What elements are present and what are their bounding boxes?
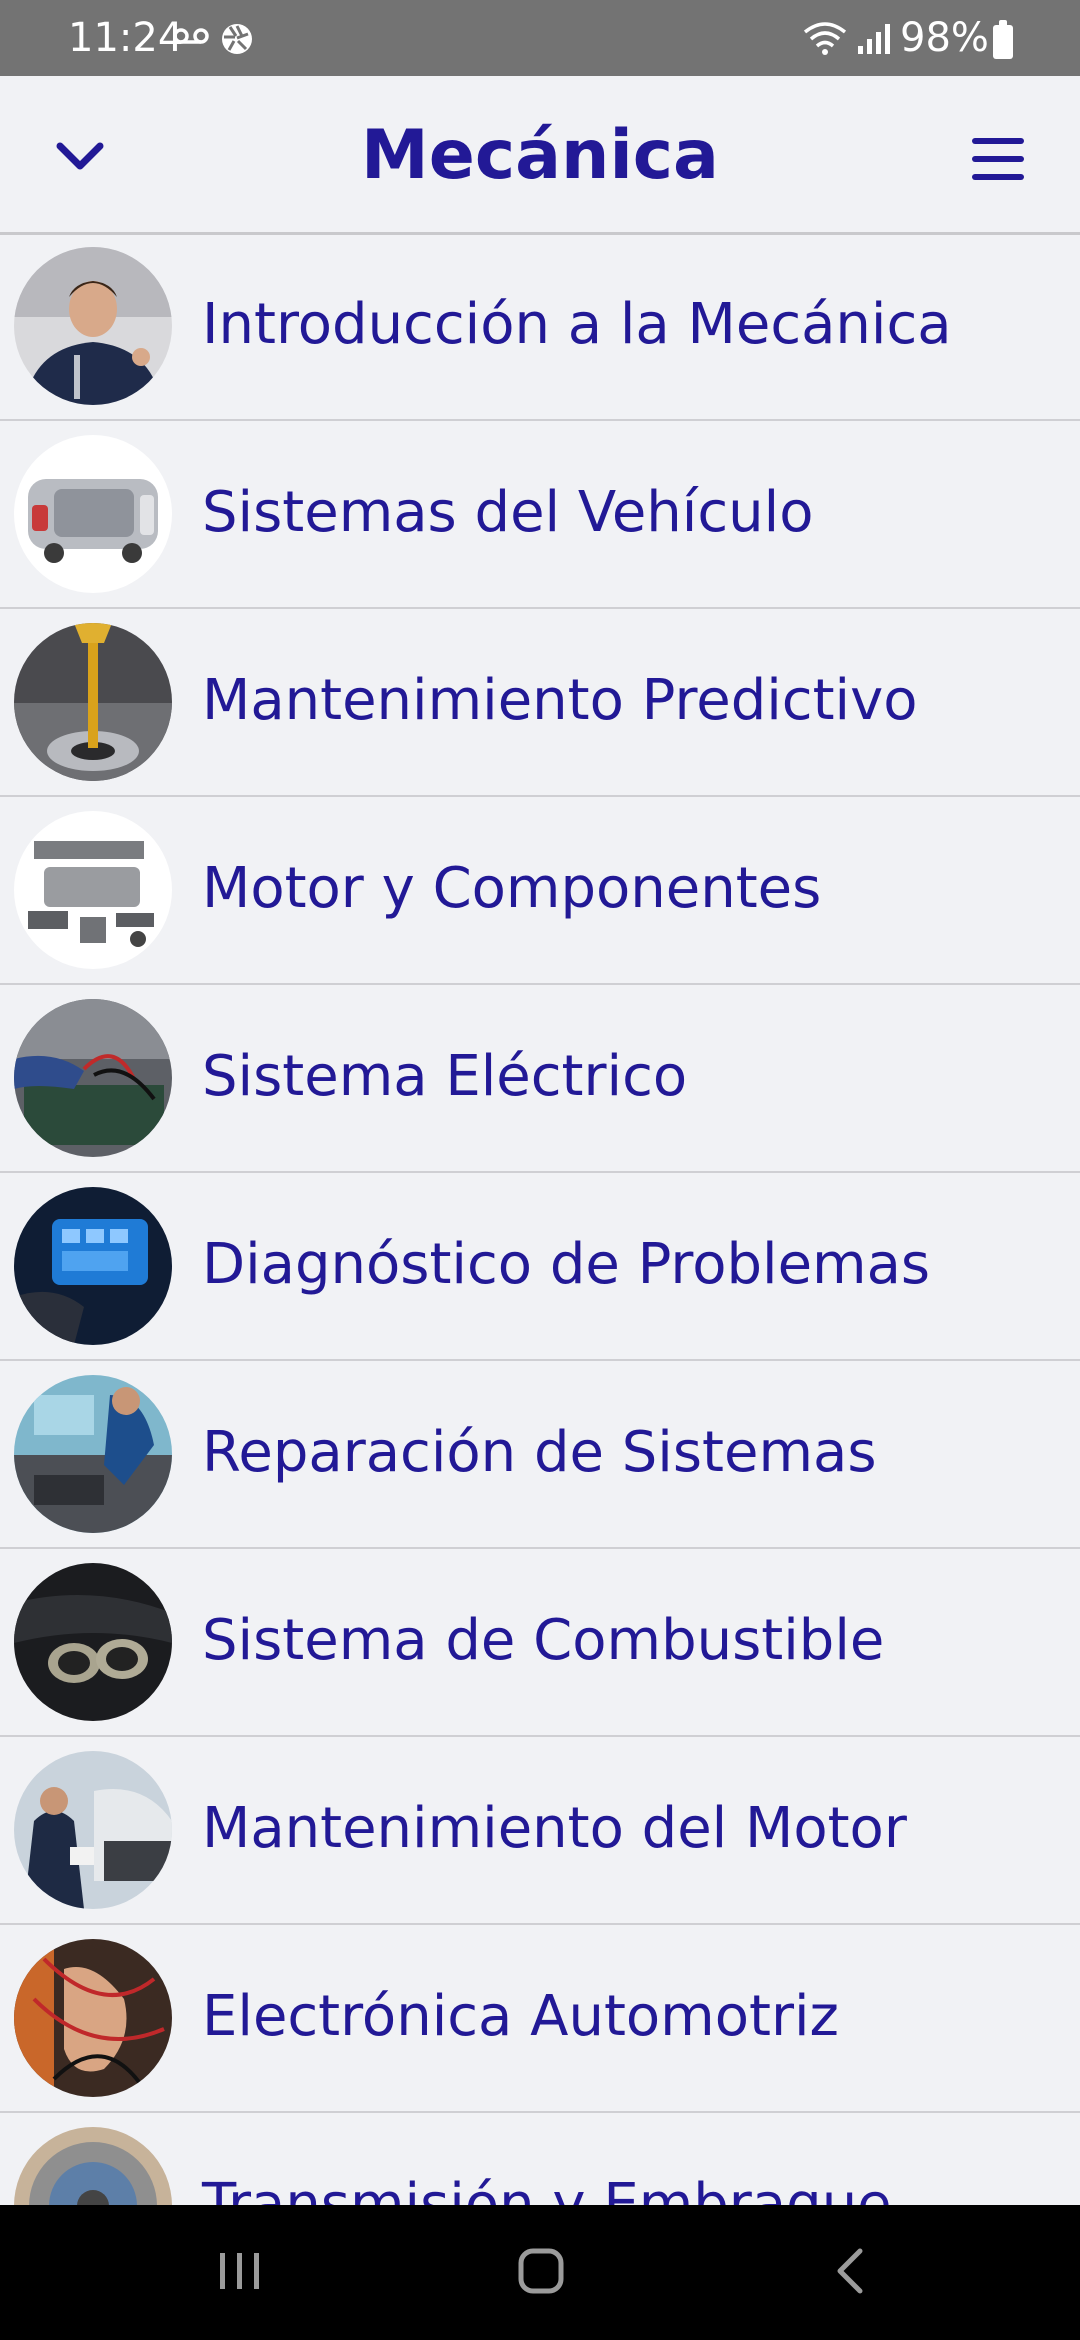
recents-icon[interactable] <box>214 2245 266 2297</box>
list-item-label: Introducción a la Mecánica <box>202 292 952 357</box>
page-title: Mecánica <box>361 116 719 195</box>
engine-repair-thumbnail <box>14 1375 172 1533</box>
wifi-icon <box>803 22 847 55</box>
signal-icon <box>858 24 890 54</box>
list-item[interactable]: Electrónica Automotriz <box>0 1925 1080 2113</box>
list-item[interactable]: Transmisión y Embrague <box>0 2113 1080 2205</box>
battery-icon <box>993 20 1013 59</box>
engine-parts-thumbnail <box>14 811 172 969</box>
list-item-label: Diagnóstico de Problemas <box>202 1232 931 1297</box>
clutch-disc-thumbnail <box>14 2127 172 2205</box>
workshop-mechanic-thumbnail <box>14 1751 172 1909</box>
topic-list[interactable]: Introducción a la Mecánica Sistemas del … <box>0 233 1080 2205</box>
menu-button[interactable] <box>970 138 1026 182</box>
list-item[interactable]: Reparación de Sistemas <box>0 1361 1080 1549</box>
list-item[interactable]: Introducción a la Mecánica <box>0 233 1080 421</box>
oil-pour-thumbnail <box>14 623 172 781</box>
multimeter-probes-thumbnail <box>14 1939 172 2097</box>
home-icon[interactable] <box>516 2245 568 2297</box>
list-item-label: Electrónica Automotriz <box>202 1984 839 2049</box>
aperture-icon <box>222 24 252 54</box>
app-header: Mecánica <box>0 76 1080 235</box>
list-item-label: Transmisión y Embrague <box>202 2172 892 2205</box>
list-item-label: Mantenimiento del Motor <box>202 1796 907 1861</box>
exhaust-pipes-thumbnail <box>14 1563 172 1721</box>
diagnostic-tablet-thumbnail <box>14 1187 172 1345</box>
hamburger-menu-icon <box>972 138 1024 144</box>
status-bar: 11:24 98% <box>0 0 1080 76</box>
list-item[interactable]: Mantenimiento del Motor <box>0 1737 1080 1925</box>
mechanic-portrait-thumbnail <box>14 247 172 405</box>
list-item[interactable]: Mantenimiento Predictivo <box>0 609 1080 797</box>
list-item-label: Mantenimiento Predictivo <box>202 668 918 733</box>
multimeter-battery-thumbnail <box>14 999 172 1157</box>
car-chassis-thumbnail <box>14 435 172 593</box>
list-item-label: Sistema Eléctrico <box>202 1044 688 1109</box>
list-item-label: Sistema de Combustible <box>202 1608 885 1673</box>
status-time: 11:24 <box>68 15 184 61</box>
list-item-label: Reparación de Sistemas <box>202 1420 877 1485</box>
back-icon[interactable] <box>826 2245 878 2297</box>
list-item[interactable]: Sistemas del Vehículo <box>0 421 1080 609</box>
list-item[interactable]: Motor y Componentes <box>0 797 1080 985</box>
list-item-label: Sistemas del Vehículo <box>202 480 814 545</box>
hamburger-line <box>972 174 1024 180</box>
system-nav-bar <box>0 2205 1080 2340</box>
list-item[interactable]: Sistema de Combustible <box>0 1549 1080 1737</box>
hamburger-line <box>972 156 1024 162</box>
list-item[interactable]: Diagnóstico de Problemas <box>0 1173 1080 1361</box>
battery-percent: 98% <box>900 15 989 61</box>
list-item-label: Motor y Componentes <box>202 856 822 921</box>
list-item[interactable]: Sistema Eléctrico <box>0 985 1080 1173</box>
voicemail-icon <box>173 28 209 44</box>
